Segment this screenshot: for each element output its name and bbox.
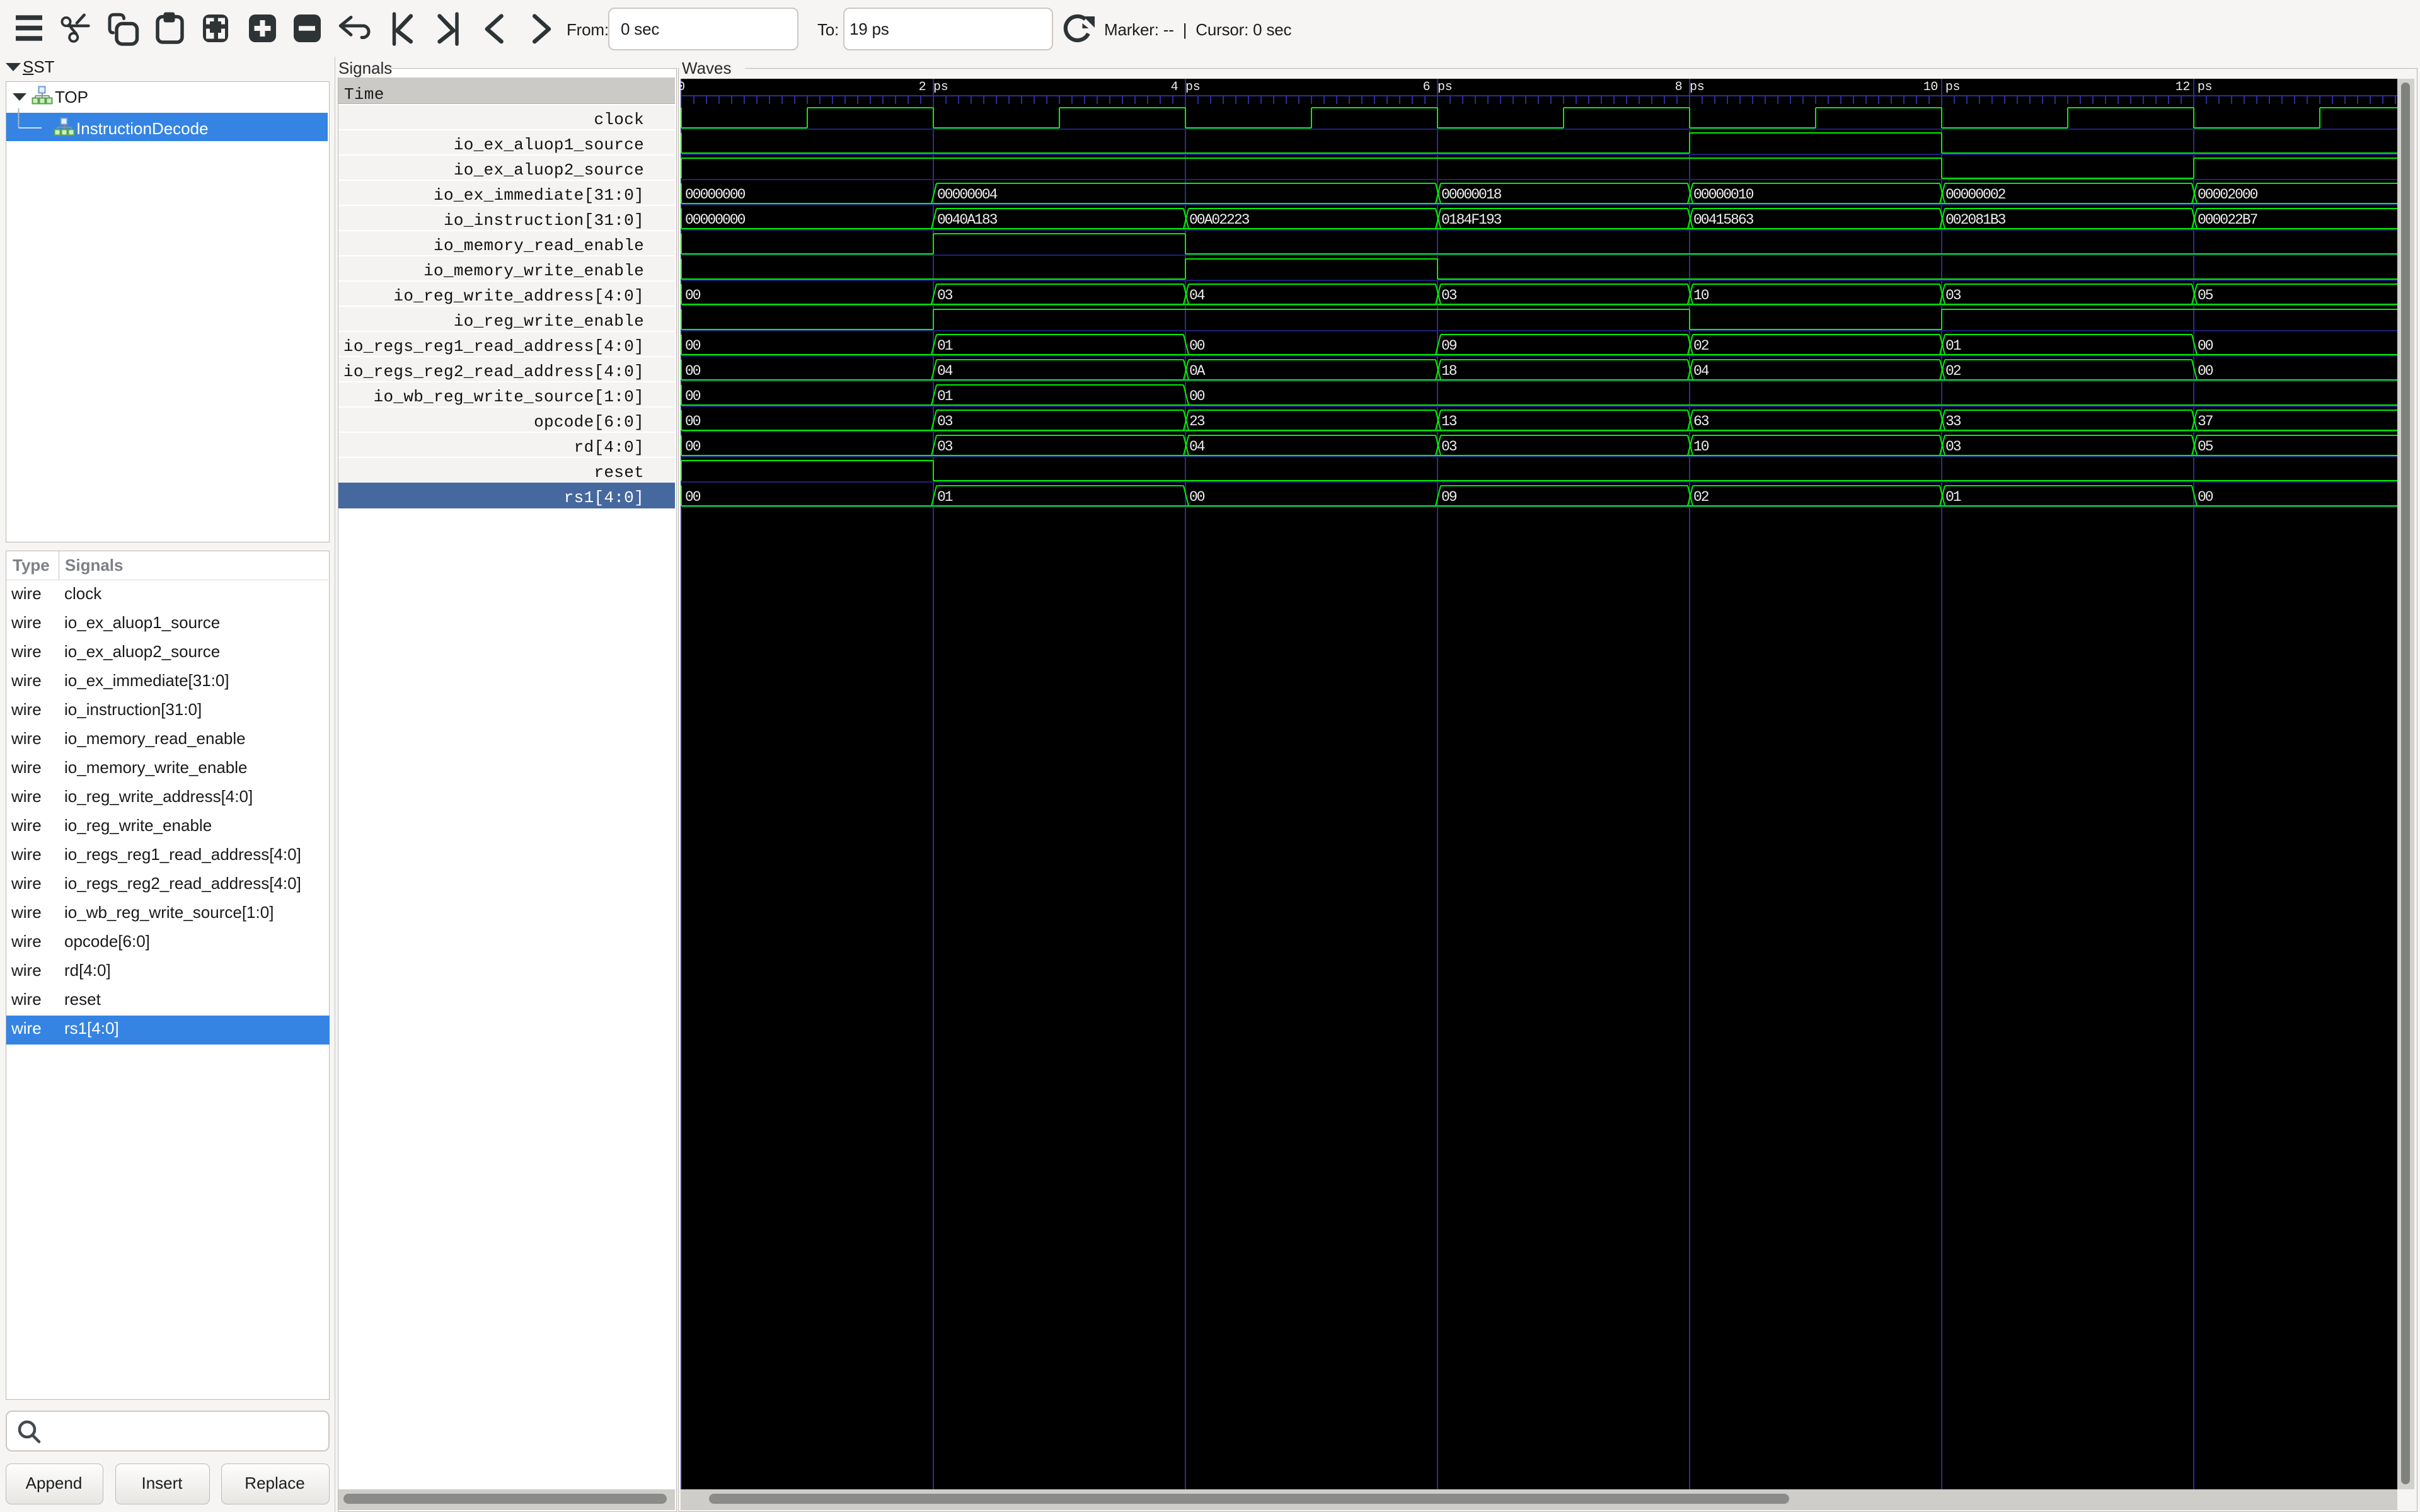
- svg-text:04: 04: [937, 363, 953, 379]
- svg-text:05: 05: [2198, 438, 2213, 455]
- svg-text:03: 03: [1441, 438, 1457, 455]
- svg-text:01: 01: [1945, 338, 1961, 354]
- svg-text:00: 00: [685, 388, 701, 404]
- svg-text:00: 00: [2198, 363, 2213, 379]
- svg-text:13: 13: [1441, 413, 1457, 430]
- svg-text:0184F193: 0184F193: [1441, 212, 1502, 228]
- svg-text:6 ps: 6 ps: [1423, 80, 1453, 94]
- svg-text:02: 02: [1945, 363, 1961, 379]
- svg-text:00: 00: [685, 363, 701, 379]
- svg-text:00: 00: [1189, 338, 1205, 354]
- svg-text:00000010: 00000010: [1693, 186, 1754, 203]
- svg-text:04: 04: [1189, 287, 1205, 304]
- svg-text:02: 02: [1693, 489, 1709, 505]
- svg-text:00: 00: [685, 438, 701, 455]
- svg-text:00: 00: [685, 338, 701, 354]
- svg-text:04: 04: [1693, 363, 1709, 379]
- svg-text:33: 33: [1945, 413, 1961, 430]
- svg-text:05: 05: [2198, 287, 2213, 304]
- svg-text:00: 00: [1189, 489, 1205, 505]
- svg-text:002081B3: 002081B3: [1945, 212, 2006, 228]
- svg-text:37: 37: [2198, 413, 2213, 430]
- svg-text:09: 09: [1441, 338, 1457, 354]
- svg-text:00: 00: [2198, 338, 2213, 354]
- svg-text:10: 10: [1693, 287, 1709, 304]
- svg-text:0040A183: 0040A183: [937, 212, 998, 228]
- svg-text:09: 09: [1441, 489, 1457, 505]
- svg-text:10 ps: 10 ps: [1923, 80, 1961, 94]
- svg-text:0: 0: [681, 80, 685, 94]
- svg-text:0A: 0A: [1189, 363, 1206, 379]
- svg-text:00: 00: [685, 287, 701, 304]
- svg-text:00000002: 00000002: [1945, 186, 2006, 203]
- svg-text:01: 01: [937, 388, 953, 404]
- svg-text:00: 00: [685, 413, 701, 430]
- svg-text:00: 00: [2198, 489, 2213, 505]
- svg-text:12 ps: 12 ps: [2175, 80, 2213, 94]
- svg-text:00000000: 00000000: [685, 212, 746, 228]
- svg-text:03: 03: [937, 413, 953, 430]
- svg-text:00415863: 00415863: [1693, 212, 1754, 228]
- svg-text:8 ps: 8 ps: [1675, 80, 1705, 94]
- svg-text:00: 00: [1189, 388, 1205, 404]
- svg-text:03: 03: [937, 287, 953, 304]
- svg-text:00002000: 00002000: [2198, 186, 2258, 203]
- svg-text:00000000: 00000000: [685, 186, 746, 203]
- svg-text:18: 18: [1441, 363, 1457, 379]
- svg-text:01: 01: [937, 338, 953, 354]
- svg-text:02: 02: [1693, 338, 1709, 354]
- svg-text:03: 03: [1945, 287, 1961, 304]
- svg-text:01: 01: [1945, 489, 1961, 505]
- svg-text:03: 03: [1441, 287, 1457, 304]
- svg-text:04: 04: [1189, 438, 1205, 455]
- svg-text:03: 03: [937, 438, 953, 455]
- svg-text:00000018: 00000018: [1441, 186, 1502, 203]
- svg-text:63: 63: [1693, 413, 1709, 430]
- svg-text:4 ps: 4 ps: [1171, 80, 1201, 94]
- svg-text:00000004: 00000004: [937, 186, 998, 203]
- svg-text:000022B7: 000022B7: [2198, 212, 2257, 228]
- svg-text:00: 00: [685, 489, 701, 505]
- svg-text:2 ps: 2 ps: [919, 80, 948, 94]
- svg-text:01: 01: [937, 489, 953, 505]
- svg-text:03: 03: [1945, 438, 1961, 455]
- svg-text:10: 10: [1693, 438, 1709, 455]
- svg-text:00A02223: 00A02223: [1189, 212, 1250, 228]
- svg-text:23: 23: [1189, 413, 1205, 430]
